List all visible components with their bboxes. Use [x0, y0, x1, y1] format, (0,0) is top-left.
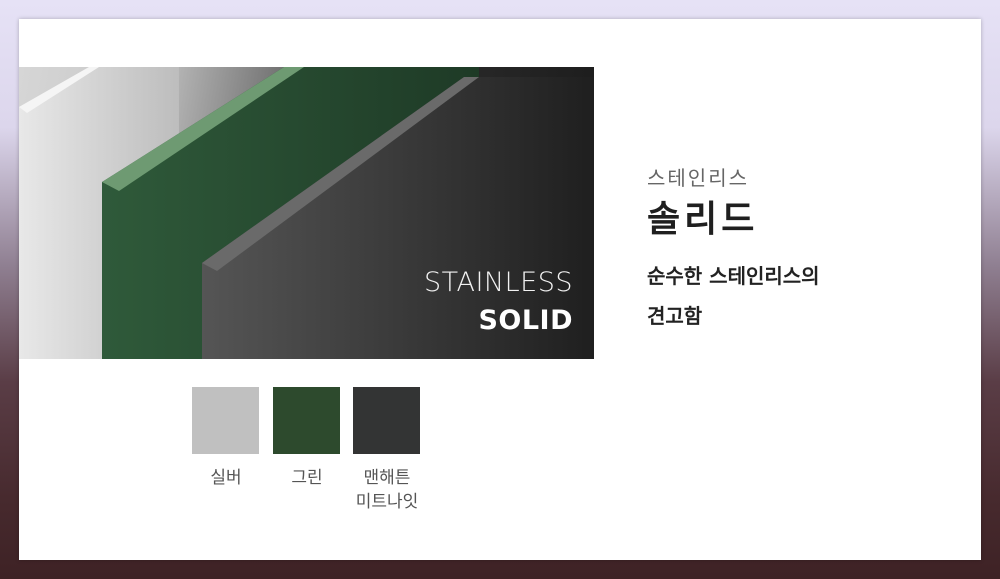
swatch-label-manhattan-midnight: 맨해튼 미트나잇 [355, 468, 419, 512]
product-info: 스테인리스 솔리드 순수한 스테인리스의 견고함 [647, 164, 820, 336]
hero-caption: STAINLESS SOLID [424, 265, 573, 341]
hero-title-line2: SOLID [478, 305, 573, 336]
swatch-manhattan-midnight[interactable] [353, 387, 420, 454]
product-description: 순수한 스테인리스의 견고함 [647, 264, 820, 328]
product-subtitle: 스테인리스 [647, 166, 749, 190]
swatch-label-green: 그린 [291, 468, 323, 488]
swatch-silver[interactable] [192, 387, 259, 454]
swatch-green[interactable] [273, 387, 340, 454]
hero-title-line1: STAINLESS [423, 267, 573, 298]
product-card: STAINLESS SOLID 실버 그린 맨해튼 미트나잇 스테인리스 솔리드… [19, 19, 981, 560]
hero-image: STAINLESS SOLID [19, 67, 594, 359]
swatch-label-silver: 실버 [210, 468, 242, 488]
product-title: 솔리드 [647, 199, 759, 240]
